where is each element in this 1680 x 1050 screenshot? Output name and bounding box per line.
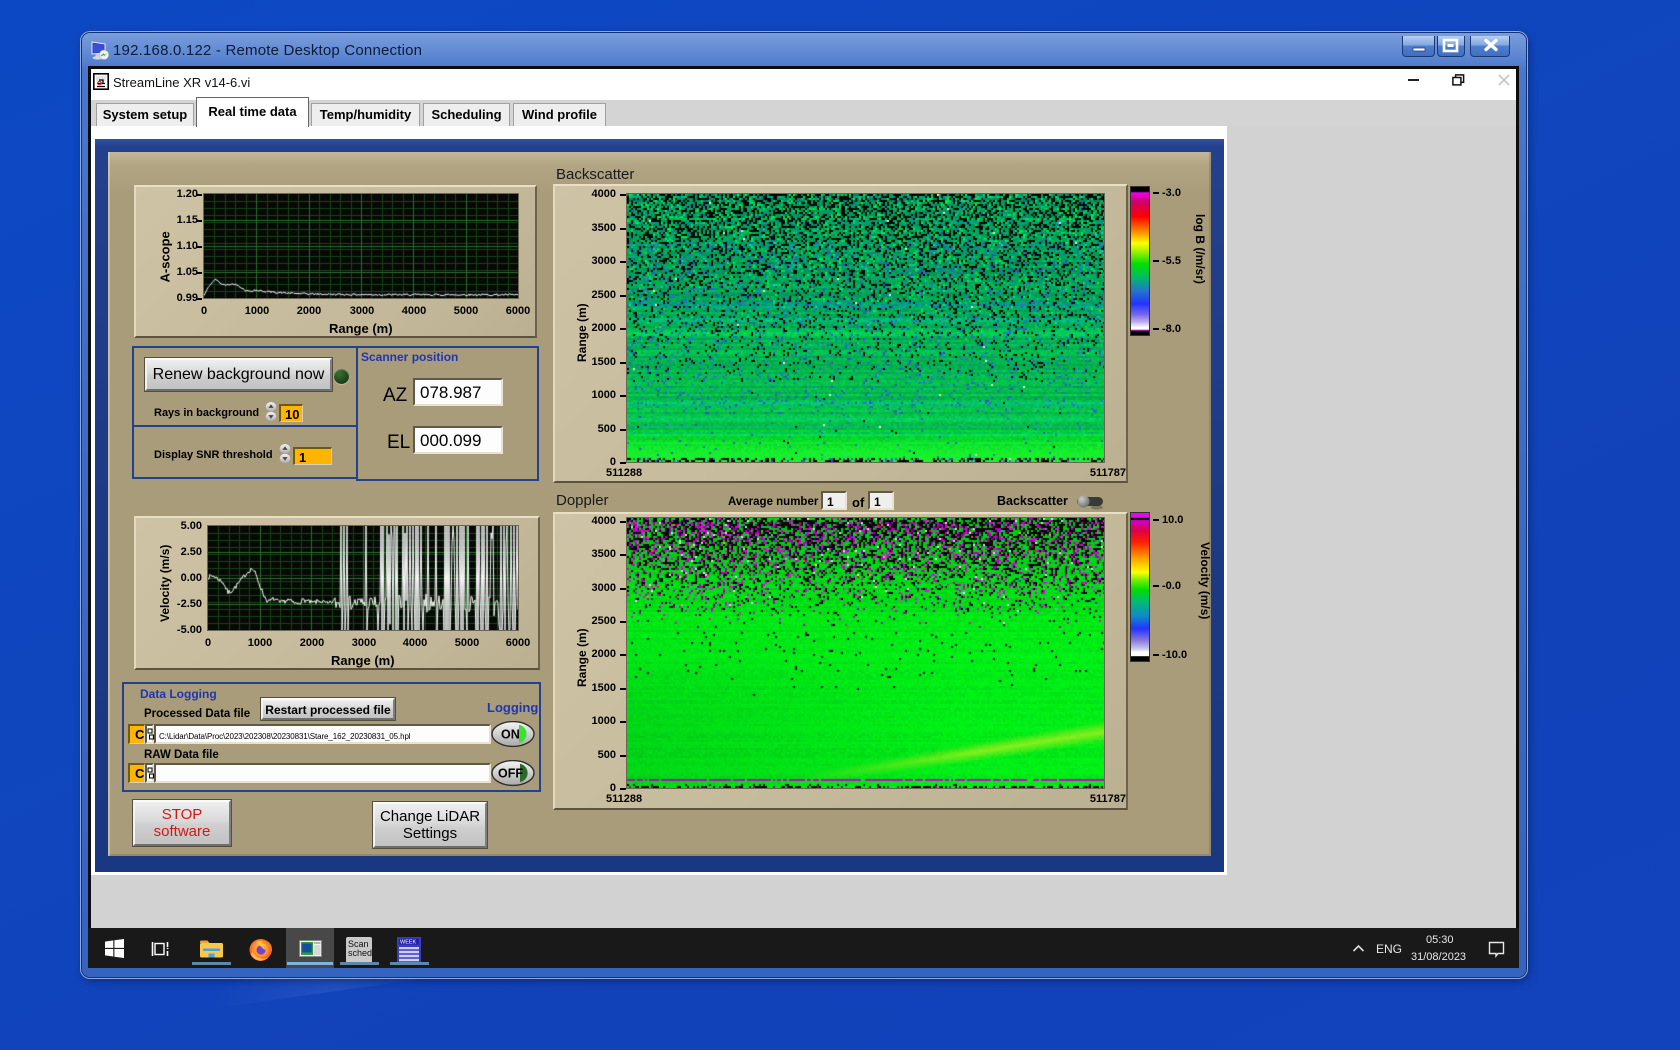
svg-text:OFF: OFF (498, 767, 523, 781)
svg-text:WEEK: WEEK (400, 940, 417, 946)
svg-text:ON: ON (501, 728, 520, 742)
